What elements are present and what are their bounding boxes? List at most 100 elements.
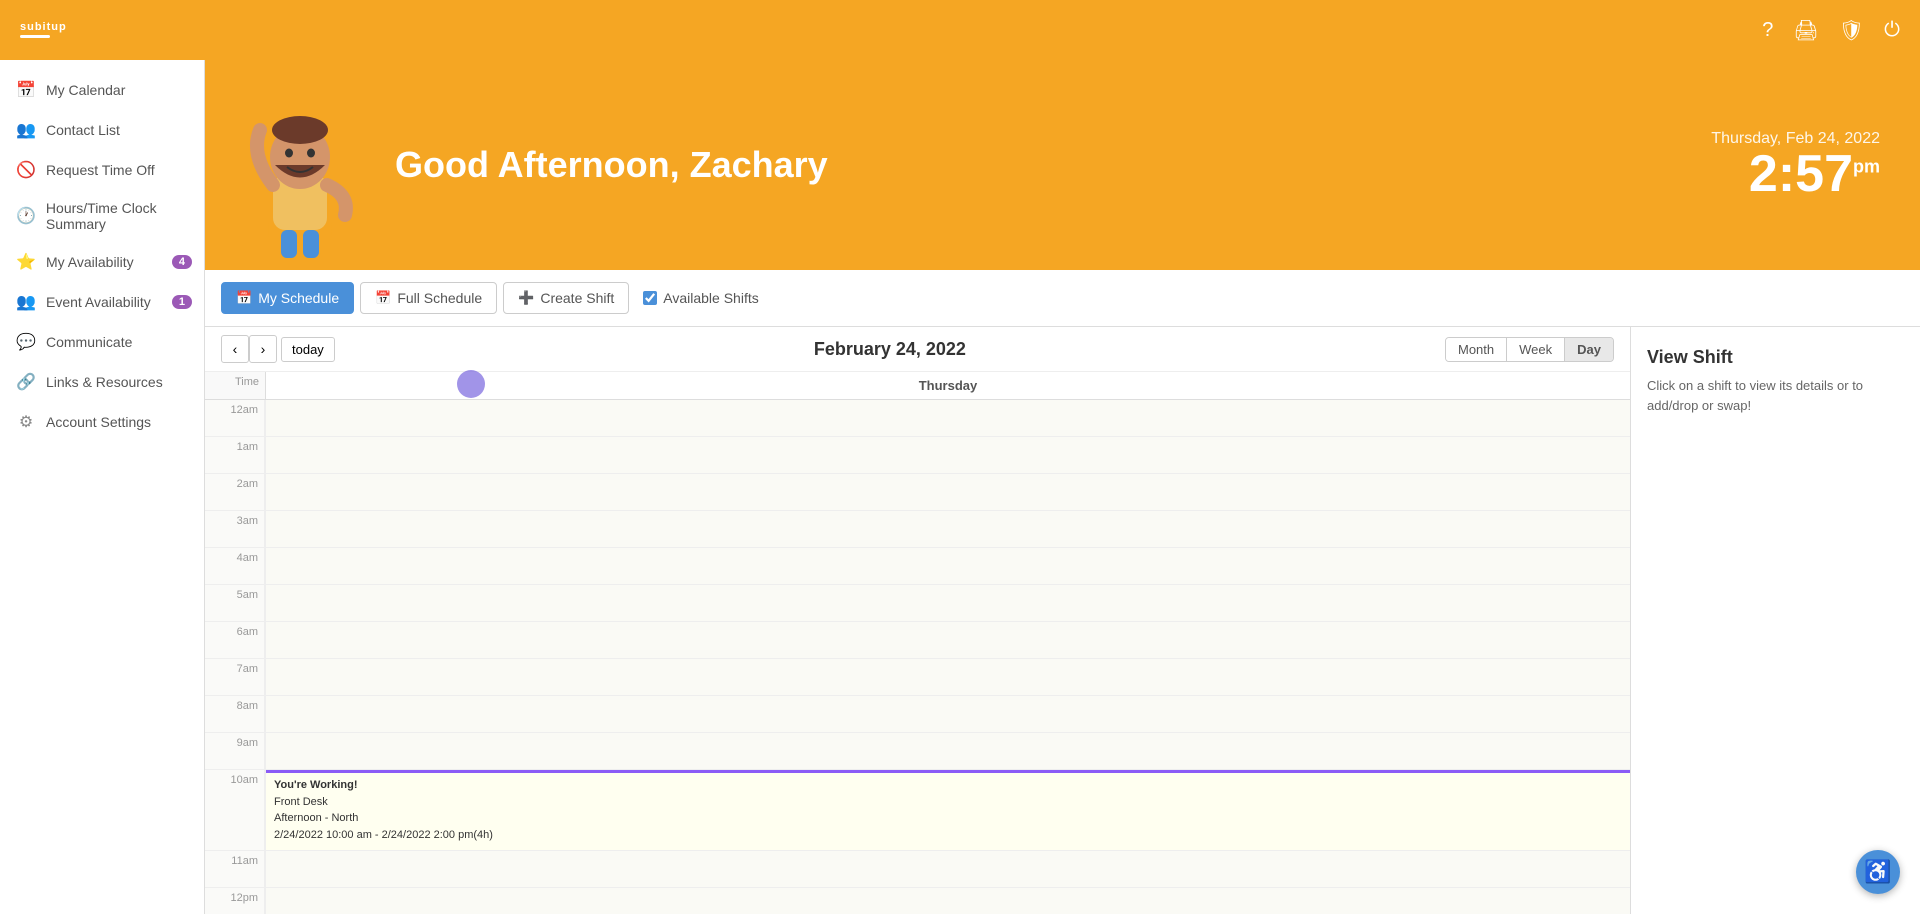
sidebar-label-my-availability: My Availability [46,254,134,270]
availability-icon: ⭐ [16,252,36,272]
calendar-grid: Time Thursday 12am1am2am3am4am5am6am7am8… [205,372,1630,914]
help-icon[interactable]: ? [1762,19,1773,42]
cal-row-6am: 6am [205,622,1630,659]
cal-cell-3am[interactable] [265,511,1630,547]
tab-my-schedule-label: My Schedule [258,290,339,306]
cal-cell-10am[interactable]: You're Working! Front Desk Afternoon - N… [265,770,1630,850]
tab-full-schedule-label: Full Schedule [397,290,482,306]
calendar-date-title: February 24, 2022 [335,339,1445,360]
time-label-4am: 4am [205,548,265,584]
sidebar-label-contact-list: Contact List [46,122,120,138]
shield-icon[interactable]: 🛡 [1839,18,1864,43]
power-icon[interactable]: ⏻ [1884,19,1900,42]
time-label-3am: 3am [205,511,265,547]
tab-full-schedule[interactable]: 📅 Full Schedule [360,282,497,314]
create-shift-tab-icon: ➕ [518,290,534,306]
available-shifts-toggle[interactable]: Available Shifts [643,290,758,306]
clock-icon: 🕐 [16,206,36,226]
time-label-10am: 10am [205,770,265,850]
sidebar-item-hours-time-clock[interactable]: 🕐 Hours/Time Clock Summary [0,190,204,242]
view-month-button[interactable]: Month [1446,338,1507,361]
my-schedule-tab-icon: 📅 [236,290,252,306]
time-off-icon: 🚫 [16,160,36,180]
cal-row-8am: 8am [205,696,1630,733]
day-header: Thursday [265,372,1630,399]
event-badge: 1 [172,295,192,309]
cal-row-7am: 7am [205,659,1630,696]
view-day-button[interactable]: Day [1565,338,1613,361]
cal-row-4am: 4am [205,548,1630,585]
cal-cell-1am[interactable] [265,437,1630,473]
available-shifts-label: Available Shifts [663,290,758,306]
sidebar-item-links-resources[interactable]: 🔗 Links & Resources [0,362,204,402]
tab-create-shift[interactable]: ➕ Create Shift [503,282,629,314]
accessibility-icon: ♿ [1864,859,1891,885]
cal-row-9am: 9am [205,733,1630,770]
topbar: subitup ? 🖨 🛡 ⏻ [0,0,1920,60]
view-week-button[interactable]: Week [1507,338,1565,361]
prev-button[interactable]: ‹ [221,335,249,363]
today-button[interactable]: today [281,337,335,362]
time-header: Time [205,372,265,399]
cal-cell-12am[interactable] [265,400,1630,436]
schedule-section: 📅 My Schedule 📅 Full Schedule ➕ Create S… [205,270,1920,914]
cal-cell-8am[interactable] [265,696,1630,732]
cal-cell-9am[interactable] [265,733,1630,769]
cal-cell-11am[interactable] [265,851,1630,887]
calendar-body: 12am1am2am3am4am5am6am7am8am9am10am You'… [205,400,1630,914]
cal-cell-7am[interactable] [265,659,1630,695]
banner: Good Afternoon, Zachary Thursday, Feb 24… [205,60,1920,270]
next-button[interactable]: › [249,335,277,363]
time-label-12am: 12am [205,400,265,436]
shift-position: Front Desk [274,794,1622,811]
accessibility-button[interactable]: ♿ [1856,850,1900,894]
sidebar-item-contact-list[interactable]: 👥 Contact List [0,110,204,150]
sidebar-label-hours-time-clock: Hours/Time Clock Summary [46,200,188,232]
mascot [245,75,365,255]
cal-cell-12pm[interactable] [265,888,1630,914]
cal-cell-4am[interactable] [265,548,1630,584]
links-icon: 🔗 [16,372,36,392]
cal-row-10am: 10am You're Working! Front Desk Afternoo… [205,770,1630,851]
sidebar-item-communicate[interactable]: 💬 Communicate [0,322,204,362]
sidebar-label-event-availability: Event Availability [46,294,151,310]
cal-row-12pm: 12pm [205,888,1630,914]
main-content: Good Afternoon, Zachary Thursday, Feb 24… [205,60,1920,914]
shift-location: Afternoon - North [274,810,1622,827]
print-icon[interactable]: 🖨 [1793,18,1818,43]
shift-time-range: 2/24/2022 10:00 am - 2/24/2022 2:00 pm(4… [274,827,1622,844]
communicate-icon: 💬 [16,332,36,352]
tab-my-schedule[interactable]: 📅 My Schedule [221,282,354,314]
cal-cell-6am[interactable] [265,622,1630,658]
sidebar-item-my-availability[interactable]: ⭐ My Availability 4 [0,242,204,282]
calendar-main: ‹ › today February 24, 2022 Month Week D… [205,327,1630,914]
time-label-11am: 11am [205,851,265,887]
sidebar-item-event-availability[interactable]: 👥 Event Availability 1 [0,282,204,322]
shift-working-label: You're Working! [274,777,1622,794]
sidebar-item-my-calendar[interactable]: 📅 My Calendar [0,70,204,110]
view-buttons: Month Week Day [1445,337,1614,362]
schedule-tabs: 📅 My Schedule 📅 Full Schedule ➕ Create S… [205,270,1920,327]
banner-date: Thursday, Feb 24, 2022 [1711,130,1880,148]
sidebar-item-request-time-off[interactable]: 🚫 Request Time Off [0,150,204,190]
event-icon: 👥 [16,292,36,312]
tab-create-shift-label: Create Shift [540,290,614,306]
cal-row-3am: 3am [205,511,1630,548]
sidebar-label-links-resources: Links & Resources [46,374,163,390]
banner-ampm: pm [1853,157,1880,177]
cal-cell-2am[interactable] [265,474,1630,510]
available-shifts-checkbox[interactable] [643,291,657,305]
time-label-2am: 2am [205,474,265,510]
sidebar-item-account-settings[interactable]: ⚙ Account Settings [0,402,204,442]
logo: subitup [20,22,67,38]
time-label-7am: 7am [205,659,265,695]
shift-block[interactable]: You're Working! Front Desk Afternoon - N… [266,770,1630,850]
cal-row-2am: 2am [205,474,1630,511]
calendar-area: ‹ › today February 24, 2022 Month Week D… [205,327,1920,914]
view-shift-panel: View Shift Click on a shift to view its … [1630,327,1920,914]
banner-time-value: 2:57 [1749,145,1853,203]
time-label-5am: 5am [205,585,265,621]
sidebar-label-communicate: Communicate [46,334,132,350]
cal-cell-5am[interactable] [265,585,1630,621]
time-label-9am: 9am [205,733,265,769]
